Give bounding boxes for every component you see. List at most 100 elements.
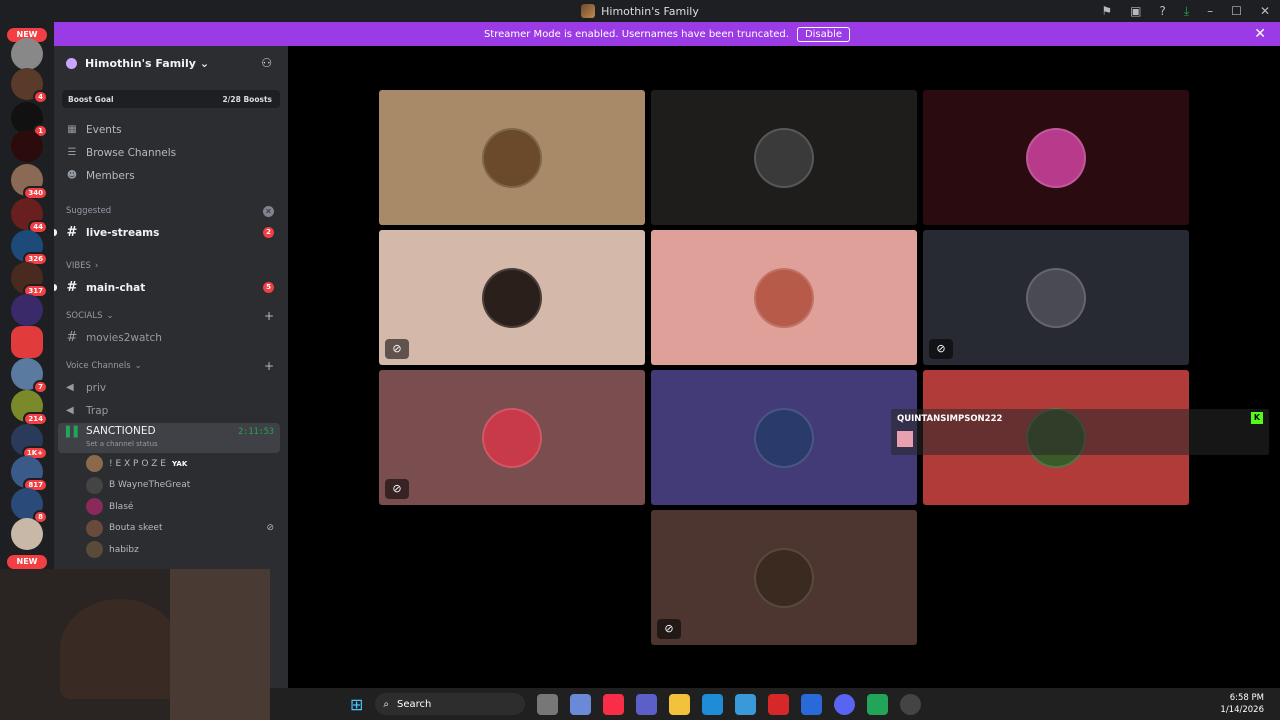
close-window-icon[interactable]: ✕ [1260,4,1270,18]
voice-user-name: B WayneTheGreat [109,480,191,491]
voice-channel-sanctioned[interactable]: ▌▌ SANCTIONED Set a channel status 2:11:… [58,423,280,453]
avatar [754,128,814,188]
server-icon[interactable]: 340 [11,164,48,200]
server-icon[interactable] [11,130,43,162]
folder-icon[interactable] [669,693,691,715]
server-icon[interactable] [11,326,43,358]
title-bar: Himothin's Family ⚑ ▣ ? ⤓ – ☐ ✕ [0,0,1280,22]
kick-logo-icon: K [1251,412,1263,424]
start-icon[interactable]: ⊞ [350,695,363,714]
copilot-icon[interactable] [570,693,592,715]
server-icon[interactable] [11,518,43,550]
dismiss-icon[interactable]: ✕ [263,205,274,217]
app-icon[interactable] [867,693,889,715]
add-channel-icon[interactable]: + [264,359,274,373]
avatar [754,408,814,468]
menu-browse-channels[interactable]: ☰ Browse Channels [54,141,288,164]
maximize-icon[interactable]: ☐ [1231,4,1242,18]
server-icon[interactable] [11,38,43,70]
boost-goal-bar[interactable]: Boost Goal 2/28 Boosts [62,90,280,108]
voice-user[interactable]: Bouta skeet ⊘ [54,518,288,540]
server-icon[interactable]: 214 [11,390,48,426]
participant-tile[interactable] [651,370,917,505]
server-icon[interactable]: 44 [11,198,48,234]
download-icon[interactable]: ⤓ [1184,4,1189,19]
voice-channel-trap[interactable]: ◀ Trap [54,399,288,422]
avatar [1026,128,1086,188]
voice-channel-priv[interactable]: ◀ priv [54,376,288,399]
voice-user[interactable]: habibz [54,539,288,561]
category-voice-channels[interactable]: Voice Channels ⌄ + [54,356,288,376]
avatar [754,268,814,328]
app-l-icon[interactable] [768,693,790,715]
server-icon[interactable]: 8 [11,488,48,524]
menu-events[interactable]: ▦ Events [54,118,288,141]
deafened-icon: ⊘ [385,479,409,499]
new-pill-bottom: NEW [7,555,47,569]
channel-name: main-chat [86,281,146,294]
calendar-icon: ▦ [67,124,77,135]
category-socials[interactable]: SOCIALS ⌄ + [54,306,288,326]
channel-main-chat[interactable]: # main-chat 5 [54,276,288,299]
taskview-icon[interactable] [537,693,559,715]
search-icon: ⌕ [383,698,390,710]
server-icon[interactable]: 7 [11,358,48,394]
guild-name: Himothin's Family [85,56,196,70]
music-icon[interactable] [603,693,625,715]
category-vibes[interactable]: VIBES › [54,256,288,276]
participant-tile[interactable]: ⊘ [379,370,645,505]
channel-live-streams[interactable]: # live-streams 2 [54,221,288,244]
server-icon[interactable] [11,294,43,326]
minimize-icon[interactable]: – [1207,4,1213,18]
participant-tile[interactable] [379,90,645,225]
voice-user[interactable]: ! E X P O Z E YAK [54,453,288,475]
stream-overlay-card: QUINTANSIMPSON222 K [891,409,1269,455]
participant-tile[interactable]: ⊘ [923,230,1189,365]
server-icon[interactable]: 1K+ [11,424,48,460]
disable-streamer-mode-button[interactable]: Disable [796,26,851,42]
channel-status[interactable]: Set a channel status [86,440,158,448]
members-icon: ☻ [66,170,78,181]
participant-tile[interactable] [651,230,917,365]
voice-user[interactable]: Blasé [54,496,288,518]
channel-movies2watch[interactable]: # movies2watch [54,326,288,349]
server-icon[interactable]: 326 [11,230,48,266]
system-clock[interactable]: 6:58 PM 1/14/2026 [1220,692,1264,716]
app-icon[interactable] [801,693,823,715]
chevron-down-icon: ⌄ [199,56,210,70]
participant-tile[interactable]: ⊘ [379,230,645,365]
invite-icon[interactable]: ⚇ [261,56,272,70]
discord-icon[interactable] [834,693,856,715]
server-icon[interactable]: 317 [11,262,48,298]
participant-tile[interactable] [923,90,1189,225]
server-icon[interactable]: 817 [11,456,48,492]
flag-icon[interactable]: ⚑ [1101,4,1112,18]
guild-header[interactable]: Himothin's Family ⌄ ⚇ [54,46,288,80]
inbox-icon[interactable]: ▣ [1130,4,1141,18]
deafened-icon: ⊘ [929,339,953,359]
edge-icon[interactable] [702,693,724,715]
add-channel-icon[interactable]: + [264,309,274,323]
media-player-icon[interactable] [900,693,922,715]
server-icon[interactable]: 4 [11,68,48,104]
category-suggested[interactable]: Suggested ✕ [54,201,288,221]
hash-icon: # [66,330,78,345]
hash-icon: # [66,225,78,240]
voice-user-name: ! E X P O Z E [109,458,166,469]
taskbar: ⊞ ⌕ Search 6:58 PM 1/14/2026 [270,688,1280,720]
participant-tile[interactable] [651,90,917,225]
help-icon[interactable]: ? [1159,4,1165,18]
store-icon[interactable] [735,693,757,715]
participant-tile[interactable]: ⊘ [651,510,917,645]
boost-goal-label: Boost Goal [68,94,114,104]
menu-label: Events [86,123,122,136]
server-icon [581,4,596,18]
teams-icon[interactable] [636,693,658,715]
streamer-mode-banner: Streamer Mode is enabled. Usernames have… [54,22,1280,46]
channel-name: live-streams [86,226,160,239]
avatar [86,519,103,537]
close-icon[interactable]: ✕ [1254,26,1266,42]
taskbar-search[interactable]: ⌕ Search [375,693,526,715]
voice-user[interactable]: B WayneTheGreat [54,475,288,497]
menu-members[interactable]: ☻ Members [54,164,288,187]
